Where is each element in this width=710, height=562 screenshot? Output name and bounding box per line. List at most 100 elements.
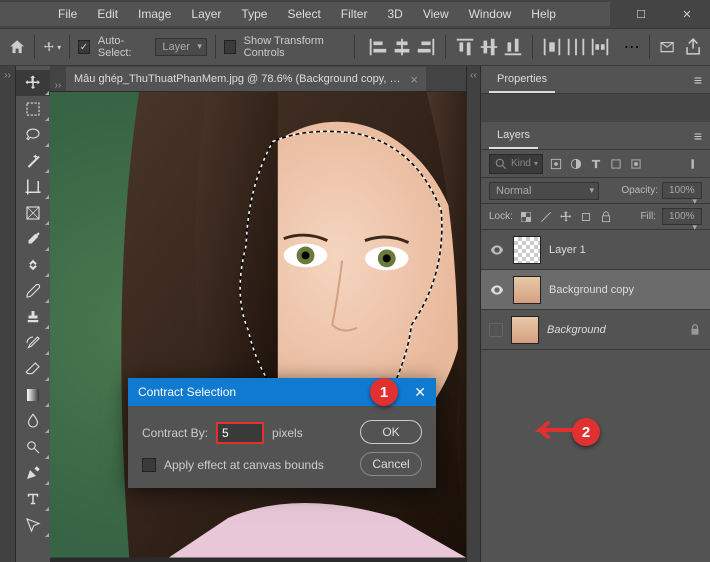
document-tab[interactable]: Mẫu ghép_ThuThuatPhanMem.jpg @ 78.6% (Ba…	[66, 67, 426, 91]
visibility-icon[interactable]	[489, 323, 503, 337]
layer-row[interactable]: Background	[481, 310, 710, 350]
annotation-2: 2	[572, 418, 600, 446]
distribute-h2-icon[interactable]	[565, 36, 587, 58]
lock-all-icon[interactable]	[599, 210, 613, 224]
right-expander[interactable]: ‹‹	[466, 66, 480, 562]
frame-tool[interactable]	[16, 200, 50, 226]
panels: Properties ≡ Layers ≡ Kind▾ Normal Opaci…	[480, 66, 710, 562]
align-vcenter-icon[interactable]	[478, 36, 500, 58]
3d-mode-icon[interactable]	[658, 36, 676, 58]
options-bar: ▾ Auto-Select: Layer Show Transform Cont…	[0, 28, 710, 66]
pen-tool[interactable]	[16, 460, 50, 486]
contract-by-input[interactable]	[216, 422, 264, 444]
align-right-icon[interactable]	[415, 36, 437, 58]
visibility-icon[interactable]	[489, 242, 505, 258]
filter-pixel-icon[interactable]	[549, 157, 563, 171]
canvas[interactable]	[50, 92, 466, 562]
layer-row[interactable]: Layer 1	[481, 230, 710, 270]
align-bottom-icon[interactable]	[502, 36, 524, 58]
move-tool[interactable]	[16, 70, 50, 96]
menu-image[interactable]: Image	[128, 3, 181, 25]
eyedropper-tool[interactable]	[16, 226, 50, 252]
layer-thumb	[513, 236, 541, 264]
maximize-button[interactable]: ☐	[618, 0, 664, 28]
home-button[interactable]	[8, 36, 26, 58]
eraser-tool[interactable]	[16, 356, 50, 382]
stamp-tool[interactable]	[16, 304, 50, 330]
menu-view[interactable]: View	[413, 3, 459, 25]
transform-controls-checkbox[interactable]	[224, 40, 236, 54]
menu-3d[interactable]: 3D	[377, 3, 412, 25]
lock-position-icon[interactable]	[559, 210, 573, 224]
opacity-value[interactable]: 100%	[662, 182, 702, 199]
lock-icon	[688, 323, 702, 337]
magic-wand-tool[interactable]	[16, 148, 50, 174]
distribute-h-icon[interactable]	[541, 36, 563, 58]
properties-tab[interactable]: Properties	[489, 67, 555, 93]
path-tool[interactable]	[16, 512, 50, 538]
auto-select-dropdown[interactable]: Layer	[155, 38, 207, 56]
ok-button[interactable]: OK	[360, 420, 422, 444]
layers-kind-filter[interactable]: Kind▾	[489, 154, 543, 174]
distribute-h3-icon[interactable]	[589, 36, 611, 58]
menu-select[interactable]: Select	[277, 3, 330, 25]
transform-controls-label: Show Transform Controls	[244, 35, 347, 59]
filter-toggle-icon[interactable]	[688, 157, 702, 171]
lock-trans-icon[interactable]	[519, 210, 533, 224]
layers-tab[interactable]: Layers	[489, 123, 538, 149]
menu-window[interactable]: Window	[459, 3, 522, 25]
filter-shape-icon[interactable]	[609, 157, 623, 171]
move-tool-icon[interactable]: ▾	[43, 36, 61, 58]
menu-file[interactable]: File	[48, 3, 87, 25]
filter-adjust-icon[interactable]	[569, 157, 583, 171]
dialog-close-icon[interactable]: ✕	[414, 384, 426, 401]
apply-bounds-checkbox[interactable]	[142, 458, 156, 472]
fill-value[interactable]: 100%	[662, 208, 702, 225]
blend-mode-dropdown[interactable]: Normal	[489, 182, 599, 200]
layers-panel-head: Layers ≡	[481, 122, 710, 150]
menu-type[interactable]: Type	[231, 3, 277, 25]
properties-menu-icon[interactable]: ≡	[694, 72, 702, 88]
tool-expander[interactable]: ››	[0, 66, 16, 562]
gradient-tool[interactable]	[16, 382, 50, 408]
menu-filter[interactable]: Filter	[331, 3, 378, 25]
type-tool[interactable]	[16, 486, 50, 512]
lock-artboard-icon[interactable]	[579, 210, 593, 224]
tab-expander[interactable]: ››	[50, 80, 66, 91]
dodge-tool[interactable]	[16, 434, 50, 460]
blur-tool[interactable]	[16, 408, 50, 434]
menu-layer[interactable]: Layer	[181, 3, 231, 25]
close-tab-icon[interactable]: ×	[410, 72, 418, 87]
align-hcenter-icon[interactable]	[391, 36, 413, 58]
visibility-icon[interactable]	[489, 282, 505, 298]
history-brush-tool[interactable]	[16, 330, 50, 356]
document-tab-name: Mẫu ghép_ThuThuatPhanMem.jpg @ 78.6% (Ba…	[74, 73, 402, 85]
annotation-1: 1	[370, 378, 398, 406]
cancel-button[interactable]: Cancel	[360, 452, 422, 476]
lock-pixels-icon[interactable]	[539, 210, 553, 224]
align-top-icon[interactable]	[454, 36, 476, 58]
healing-tool[interactable]	[16, 252, 50, 278]
filter-type-icon[interactable]	[589, 157, 603, 171]
lock-row: Lock: Fill: 100%	[481, 204, 710, 230]
lock-label: Lock:	[489, 211, 513, 222]
layer-row[interactable]: Background copy	[481, 270, 710, 310]
layer-name: Background copy	[549, 284, 634, 296]
brush-tool[interactable]	[16, 278, 50, 304]
filter-smart-icon[interactable]	[629, 157, 643, 171]
layers-menu-icon[interactable]: ≡	[694, 128, 702, 144]
auto-select-checkbox[interactable]	[78, 40, 90, 54]
marquee-tool[interactable]	[16, 96, 50, 122]
lasso-tool[interactable]	[16, 122, 50, 148]
menu-help[interactable]: Help	[521, 3, 566, 25]
share-icon[interactable]	[684, 36, 702, 58]
align-left-icon[interactable]	[367, 36, 389, 58]
more-options-icon[interactable]: ⋯	[623, 36, 641, 58]
fill-label: Fill:	[640, 211, 656, 222]
crop-tool[interactable]	[16, 174, 50, 200]
properties-panel-head: Properties ≡	[481, 66, 710, 94]
menu-edit[interactable]: Edit	[87, 3, 128, 25]
unit-label: pixels	[272, 426, 303, 440]
layer-name: Layer 1	[549, 244, 586, 256]
close-button[interactable]: ✕	[664, 0, 710, 28]
